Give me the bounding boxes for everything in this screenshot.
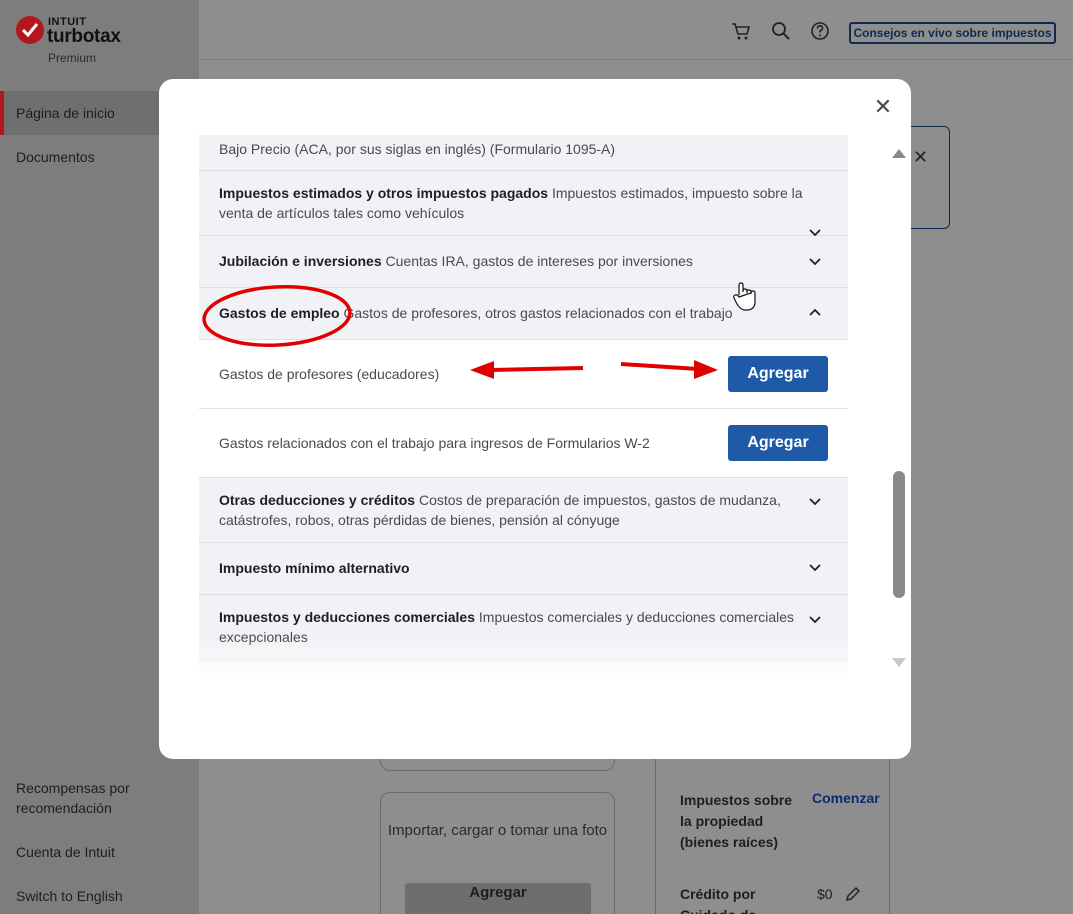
row-title: Impuestos y deducciones comerciales (219, 609, 475, 625)
chevron-up-icon (809, 308, 821, 316)
row-title: Impuesto mínimo alternativo (219, 560, 410, 576)
import-text: Importar, cargar o tomar una foto (387, 822, 608, 839)
live-tax-advice-button[interactable]: Consejos en vivo sobre impuestos (849, 22, 1056, 44)
row-desc: Bajo Precio (ACA, por sus siglas en ingl… (219, 141, 616, 157)
help-icon[interactable] (809, 20, 831, 42)
logo-turbotax-text: turbotax (47, 26, 121, 47)
row-text: Otras deducciones y créditos Costos de p… (219, 490, 804, 530)
import-card: Importar, cargar o tomar una foto Agrega… (380, 792, 615, 914)
credit-value: $0 (817, 886, 833, 902)
sidebar-link-cuenta-intuit[interactable]: Cuenta de Intuit (16, 842, 115, 862)
scrollbar-thumb[interactable] (893, 471, 905, 598)
property-tax-label: Impuestos sobre la propiedad (bienes raí… (680, 792, 793, 850)
row-title: Otras deducciones y créditos (219, 492, 416, 508)
subitem-label: Gastos relacionados con el trabajo para … (219, 435, 650, 451)
scroll-up-arrow-icon[interactable] (892, 149, 906, 158)
row-text: Impuestos estimados y otros impuestos pa… (219, 183, 804, 223)
row-text: Jubilación e inversiones Cuentas IRA, ga… (219, 251, 804, 271)
row-desc: Gastos de profesores, otros gastos relac… (343, 305, 733, 321)
list-item-otras-deducciones[interactable]: Otras deducciones y créditos Costos de p… (199, 478, 848, 543)
subitem-gastos-profesores: Gastos de profesores (educadores) Agrega… (199, 340, 848, 409)
chevron-down-icon (809, 564, 821, 572)
background-card (905, 126, 950, 229)
sidebar-link-english[interactable]: Switch to English (16, 886, 123, 906)
deductions-list: Bajo Precio (ACA, por sus siglas en ingl… (199, 135, 848, 675)
sidebar-link-recompensas[interactable]: Recompensas por recomendación (16, 778, 176, 818)
list-item-impuesto-minimo[interactable]: Impuesto mínimo alternativo (199, 543, 848, 595)
row-text: Impuesto mínimo alternativo (219, 558, 804, 578)
list-item-gastos-empleo[interactable]: Gastos de empleo Gastos de profesores, o… (199, 288, 848, 340)
list-item-aca[interactable]: Bajo Precio (ACA, por sus siglas en ingl… (199, 135, 848, 171)
row-text: Gastos de empleo Gastos de profesores, o… (219, 303, 804, 323)
chevron-down-icon (809, 258, 821, 266)
subitem-label: Gastos de profesores (educadores) (219, 366, 440, 382)
deductions-modal: ✕ Bajo Precio (ACA, por sus siglas en in… (159, 79, 911, 759)
chevron-down-icon (809, 616, 821, 624)
import-agregar-button[interactable]: Agregar (405, 883, 591, 914)
search-icon[interactable] (770, 20, 792, 42)
logo-tier: Premium (48, 51, 97, 65)
property-tax-start-link[interactable]: Comenzar (812, 790, 880, 806)
scroll-down-arrow-icon[interactable] (892, 658, 906, 667)
list-item-impuestos-estimados[interactable]: Impuestos estimados y otros impuestos pa… (199, 171, 848, 237)
list-fade (199, 639, 848, 679)
row-desc: Cuentas IRA, gastos de intereses por inv… (385, 253, 693, 269)
subitem-gastos-w2: Gastos relacionados con el trabajo para … (199, 409, 848, 478)
list-item-jubilacion[interactable]: Jubilación e inversiones Cuentas IRA, ga… (199, 236, 848, 288)
import-agregar-label: Agregar (469, 884, 527, 901)
pencil-icon[interactable] (845, 886, 861, 907)
row-title: Impuestos estimados y otros impuestos pa… (219, 185, 549, 201)
row-title: Gastos de empleo (219, 305, 340, 321)
checkmark-icon (16, 16, 44, 44)
chevron-down-icon (809, 498, 821, 506)
background-close-icon: ✕ (913, 147, 929, 167)
agregar-w2-button[interactable]: Agregar (728, 425, 828, 461)
credit-label: Crédito por Cuidado de (680, 886, 756, 914)
row-title: Jubilación e inversiones (219, 253, 382, 269)
cart-icon[interactable] (730, 20, 752, 42)
agregar-profesores-button[interactable]: Agregar (728, 356, 828, 392)
close-icon[interactable]: ✕ (872, 96, 894, 118)
